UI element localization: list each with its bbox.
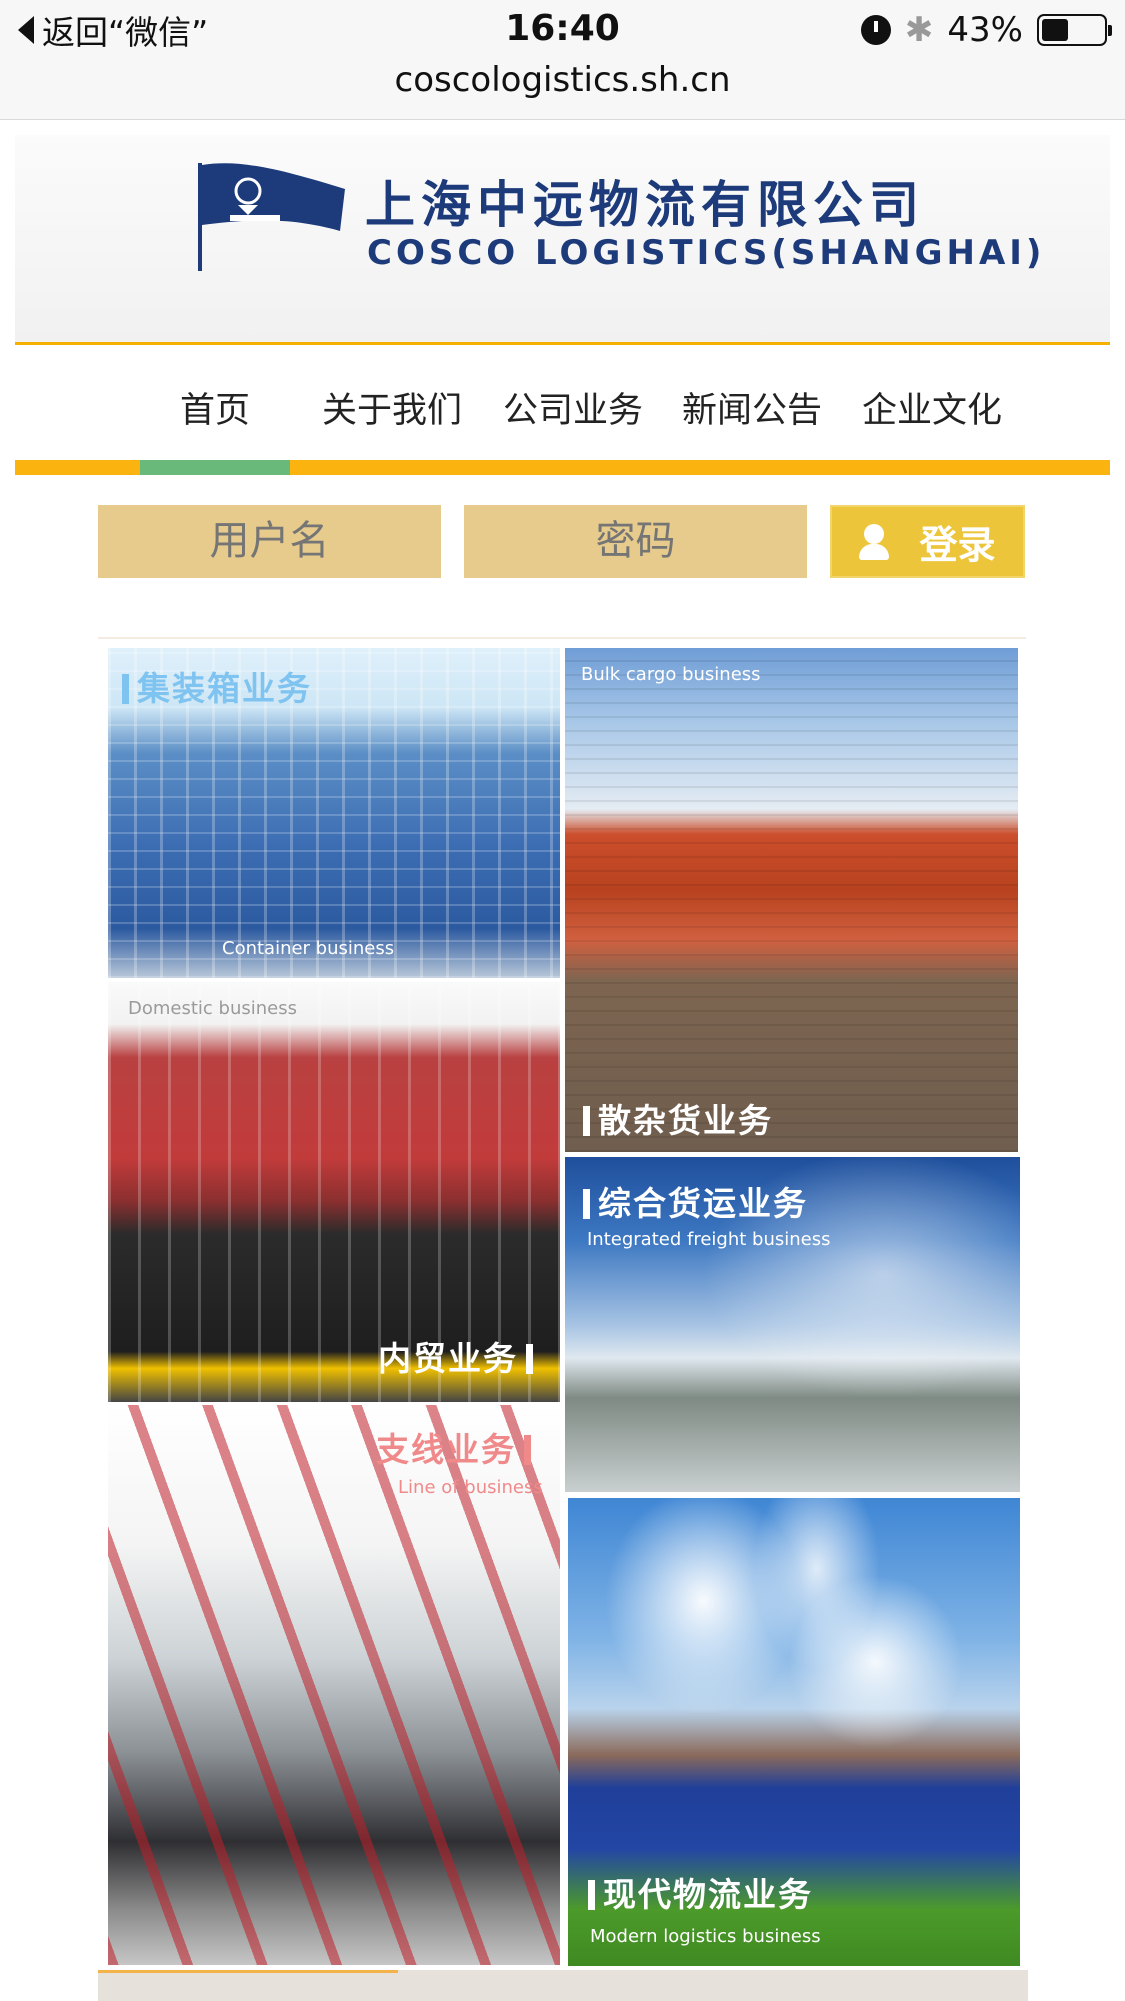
tile-domestic-title: 内贸业务 xyxy=(378,1332,533,1380)
tile-modern-logistics-business[interactable]: 现代物流业务 Modern logistics business xyxy=(568,1498,1020,1966)
login-button-label: 登录 xyxy=(919,523,996,567)
accent-bar xyxy=(524,1435,531,1465)
tile-modern-cn: 现代物流业务 xyxy=(603,1875,813,1914)
footer-bar xyxy=(98,1970,1028,2001)
alarm-icon xyxy=(860,15,891,45)
tile-container-title: 集装箱业务 xyxy=(122,662,312,710)
battery-percent: 43% xyxy=(947,10,1023,50)
main-nav: 首页 关于我们 公司业务 新闻公告 企业文化 xyxy=(0,350,1125,460)
accent-bar xyxy=(122,674,129,704)
tile-domestic-business[interactable]: Domestic business 内贸业务 xyxy=(108,982,560,1402)
nav-item-news[interactable]: 新闻公告 xyxy=(682,382,822,433)
status-indicators: ✱ 43% xyxy=(860,8,1112,52)
username-input[interactable] xyxy=(98,505,441,578)
password-input[interactable] xyxy=(464,505,807,578)
nav-item-culture[interactable]: 企业文化 xyxy=(862,382,1002,433)
accent-bar xyxy=(583,1189,590,1219)
footer-accent-line xyxy=(98,1970,398,1973)
tile-bulk-en: Bulk cargo business xyxy=(581,664,761,685)
nav-item-business[interactable]: 公司业务 xyxy=(503,382,643,433)
tile-integrated-en: Integrated freight business xyxy=(587,1229,831,1250)
cosco-flag-logo-icon xyxy=(198,163,345,271)
tile-integrated-freight-business[interactable]: 综合货运业务 Integrated freight business xyxy=(565,1157,1020,1492)
bluetooth-icon: ✱ xyxy=(904,10,934,50)
divider xyxy=(98,637,1026,639)
tile-bulk-cn: 散杂货业务 xyxy=(598,1101,773,1140)
tile-line-en: Line of business xyxy=(398,1477,543,1498)
tile-modern-en: Modern logistics business xyxy=(590,1926,821,1947)
user-icon xyxy=(859,523,890,560)
tile-integrated-cn: 综合货运业务 xyxy=(598,1184,808,1223)
page: 返回“微信” 16:40 ✱ 43% coscologistics.sh.cn … xyxy=(0,0,1125,2001)
tile-container-cn: 集装箱业务 xyxy=(137,669,312,708)
brand-name-english: COSCO LOGISTICS(SHANGHAI) xyxy=(367,233,1046,273)
tile-line-title: 支线业务 xyxy=(376,1423,531,1471)
nav-item-about-us[interactable]: 关于我们 xyxy=(322,382,462,433)
tile-domestic-cn: 内贸业务 xyxy=(378,1339,518,1378)
nav-active-indicator xyxy=(140,460,290,475)
login-button[interactable]: 登录 xyxy=(830,505,1025,578)
address-bar-url[interactable]: coscologistics.sh.cn xyxy=(0,60,1125,100)
tile-line-cn: 支线业务 xyxy=(376,1430,516,1469)
tile-domestic-en: Domestic business xyxy=(128,998,297,1019)
site-header: 上海中远物流有限公司 COSCO LOGISTICS(SHANGHAI) xyxy=(15,135,1110,345)
tile-modern-title: 现代物流业务 xyxy=(588,1868,813,1916)
nav-item-home[interactable]: 首页 xyxy=(180,382,250,433)
battery-fill xyxy=(1042,19,1068,41)
tile-integrated-title: 综合货运业务 xyxy=(583,1177,808,1225)
accent-bar xyxy=(583,1106,590,1136)
tile-bulk-title: 散杂货业务 xyxy=(583,1094,773,1142)
accent-bar xyxy=(526,1344,533,1374)
status-bar: 返回“微信” 16:40 ✱ 43% coscologistics.sh.cn xyxy=(0,0,1125,120)
tile-bulk-cargo-business[interactable]: Bulk cargo business 散杂货业务 xyxy=(565,648,1018,1152)
brand-name-chinese: 上海中远物流有限公司 xyxy=(365,176,925,234)
accent-bar xyxy=(588,1880,595,1910)
tile-container-en: Container business xyxy=(222,938,395,959)
tile-line-business[interactable]: 支线业务 Line of business xyxy=(108,1405,560,1965)
tile-container-business[interactable]: 集装箱业务 Container business xyxy=(108,648,560,978)
battery-icon xyxy=(1037,14,1112,46)
